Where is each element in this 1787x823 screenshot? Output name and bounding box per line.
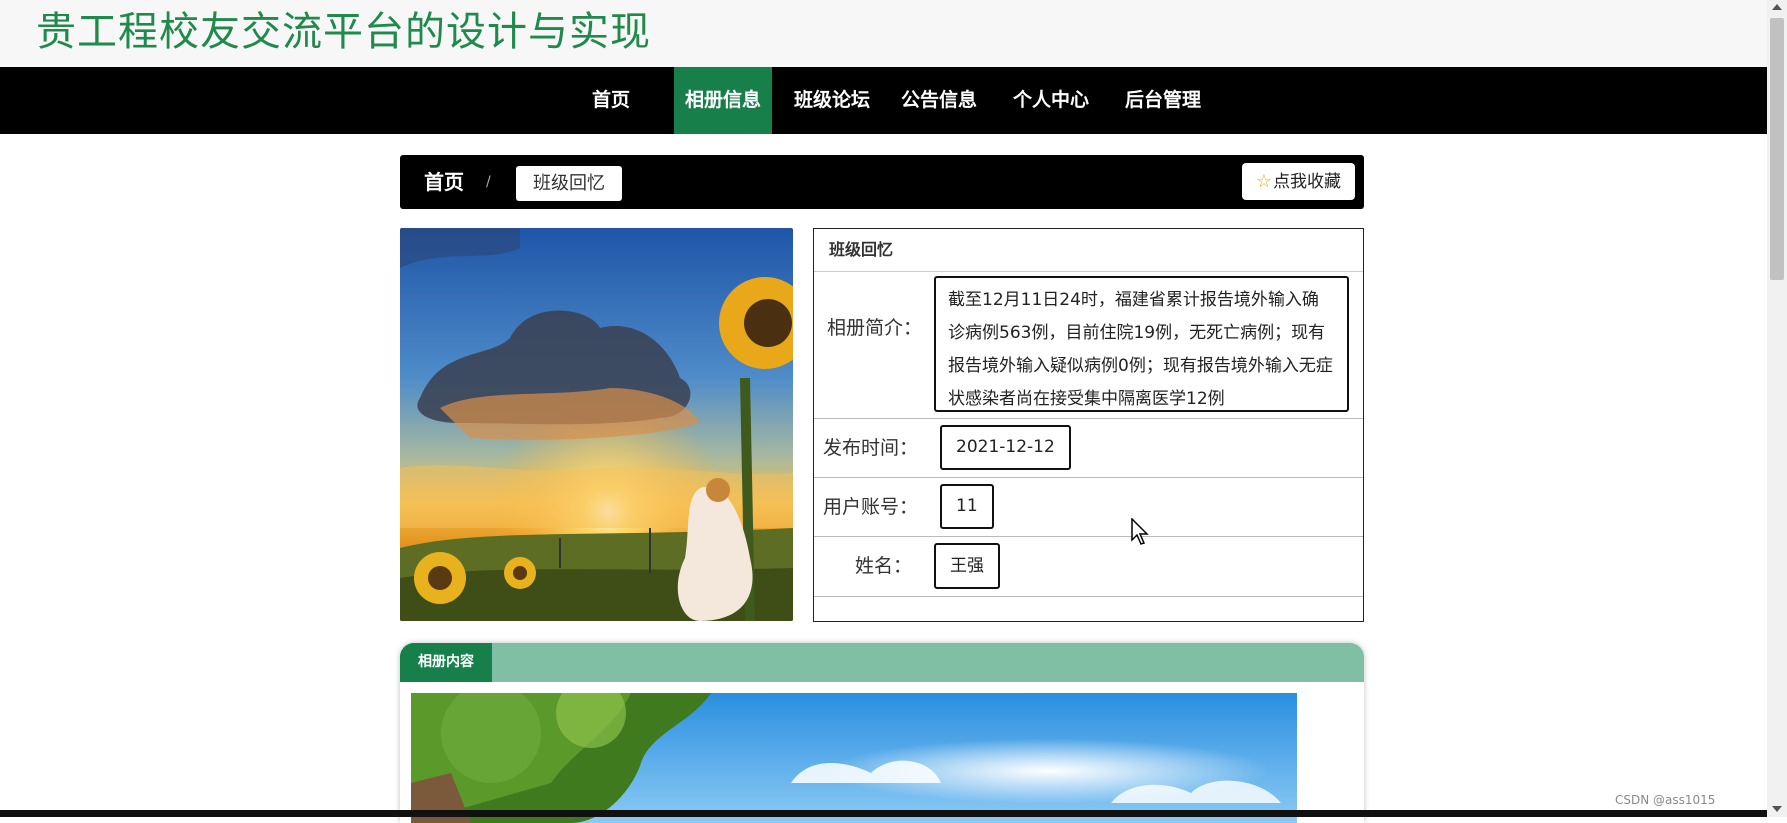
nav-item-notice[interactable]: 公告信息: [893, 67, 985, 134]
favorite-button[interactable]: ☆点我收藏: [1242, 163, 1355, 200]
content-tab-bar: 相册内容: [400, 643, 1364, 682]
field-row-intro: 相册简介： 截至12月11日24时，福建省累计报告境外输入确诊病例563例，目前…: [814, 271, 1363, 419]
tab-album-content[interactable]: 相册内容: [400, 643, 492, 682]
site-header: 贵工程校友交流平台的设计与实现: [0, 0, 1767, 67]
nav-item-profile[interactable]: 个人中心: [1005, 67, 1097, 134]
bottom-bar: [0, 810, 1767, 817]
field-label-account: 用户账号：: [822, 496, 918, 518]
site-title: 贵工程校友交流平台的设计与实现: [36, 9, 651, 55]
main-nav: 首页 相册信息 班级论坛 公告信息 个人中心 后台管理: [0, 67, 1767, 134]
nav-item-forum[interactable]: 班级论坛: [786, 67, 878, 134]
breadcrumb-home[interactable]: 首页: [424, 155, 464, 209]
album-detail-panel: 班级回忆 相册简介： 截至12月11日24时，福建省累计报告境外输入确诊病例56…: [813, 228, 1364, 622]
breadcrumb-separator: /: [486, 174, 491, 190]
breadcrumb: 首页 / 班级回忆 ☆点我收藏: [400, 155, 1364, 209]
nav-item-admin[interactable]: 后台管理: [1117, 67, 1209, 134]
field-value-intro: 截至12月11日24时，福建省累计报告境外输入确诊病例563例，目前住院19例，…: [934, 276, 1349, 412]
favorite-label: 点我收藏: [1273, 172, 1342, 192]
field-label-date: 发布时间：: [822, 437, 918, 459]
field-label-intro: 相册简介：: [826, 317, 922, 339]
album-content-image: [411, 693, 1297, 823]
album-cover-image: [400, 228, 793, 621]
scrollbar-thumb[interactable]: [1770, 18, 1784, 280]
breadcrumb-current: 班级回忆: [516, 166, 622, 201]
nav-item-home[interactable]: 首页: [571, 67, 651, 134]
nav-item-album[interactable]: 相册信息: [674, 67, 772, 134]
star-outline-icon: ☆: [1255, 171, 1273, 192]
mouse-cursor-icon: [1131, 517, 1151, 550]
field-label-name: 姓名：: [854, 555, 912, 577]
detail-title: 班级回忆: [814, 229, 1363, 272]
field-value-name: 王强: [934, 543, 1000, 589]
field-row-name: 姓名： 王强: [814, 537, 1363, 597]
scroll-down-icon[interactable]: [1772, 806, 1782, 812]
field-value-date: 2021-12-12: [940, 425, 1071, 470]
field-row-date: 发布时间： 2021-12-12: [814, 419, 1363, 478]
scroll-up-icon[interactable]: [1772, 4, 1782, 10]
album-content-section: 相册内容: [400, 643, 1364, 823]
watermark: CSDN @ass1015: [1612, 793, 1719, 807]
field-row-account: 用户账号： 11: [814, 478, 1363, 537]
field-value-account: 11: [940, 484, 994, 529]
vertical-scrollbar[interactable]: [1767, 0, 1787, 817]
